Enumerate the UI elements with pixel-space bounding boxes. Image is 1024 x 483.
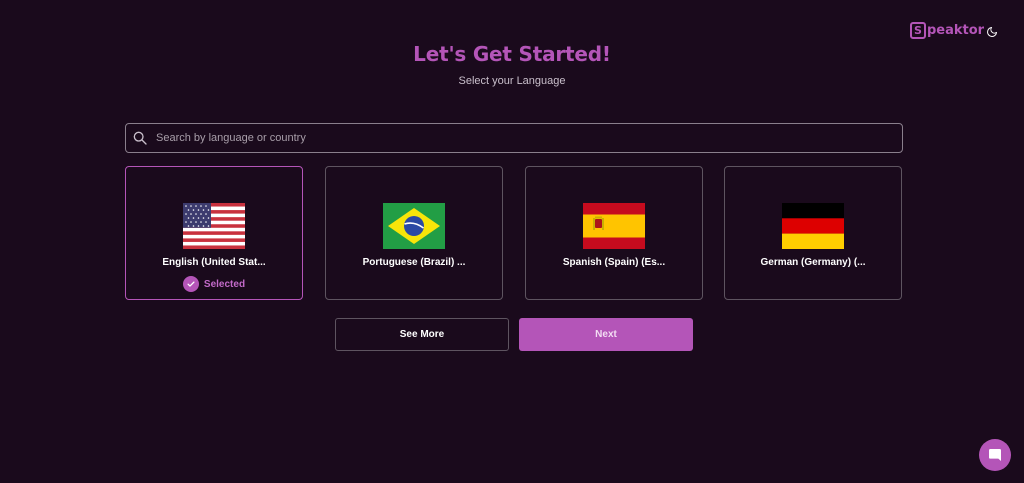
search-icon <box>132 130 148 146</box>
language-card-portuguese[interactable]: Portuguese (Brazil) ... <box>325 166 503 300</box>
germany-flag-icon <box>782 203 844 249</box>
language-selection-page: S peaktor Let's Get Started! Select your… <box>0 0 1024 483</box>
language-card-german[interactable]: German (Germany) (... <box>724 166 902 300</box>
language-label: German (Germany) (... <box>760 257 866 268</box>
language-label: Spanish (Spain) (Es... <box>562 257 666 268</box>
theme-toggle-button[interactable] <box>984 24 1000 40</box>
language-card-english[interactable]: English (United Stat... Selected <box>125 166 303 300</box>
us-flag-icon <box>183 203 245 249</box>
selected-badge: Selected <box>182 276 246 292</box>
logo-wordmark: peaktor <box>927 23 985 38</box>
language-card-spanish[interactable]: Spanish (Spain) (Es... <box>525 166 703 300</box>
page-title: Let's Get Started! <box>413 42 611 66</box>
chat-icon <box>989 449 1001 461</box>
search-bar <box>125 123 903 153</box>
page-subtitle: Select your Language <box>458 75 566 87</box>
selected-label: Selected <box>203 278 246 290</box>
next-button[interactable]: Next <box>519 318 693 351</box>
check-circle-icon <box>182 276 199 292</box>
speaktor-logo: S peaktor <box>910 22 984 39</box>
search-input[interactable] <box>156 124 902 152</box>
language-label: English (United Stat... <box>162 257 266 268</box>
moon-icon <box>987 27 997 37</box>
see-more-button[interactable]: See More <box>335 318 509 351</box>
spain-flag-icon <box>583 203 645 249</box>
brazil-flag-icon <box>383 203 445 249</box>
language-label: Portuguese (Brazil) ... <box>362 257 466 268</box>
chat-launcher-button[interactable] <box>979 439 1011 471</box>
logo-s-mark: S <box>910 22 926 39</box>
